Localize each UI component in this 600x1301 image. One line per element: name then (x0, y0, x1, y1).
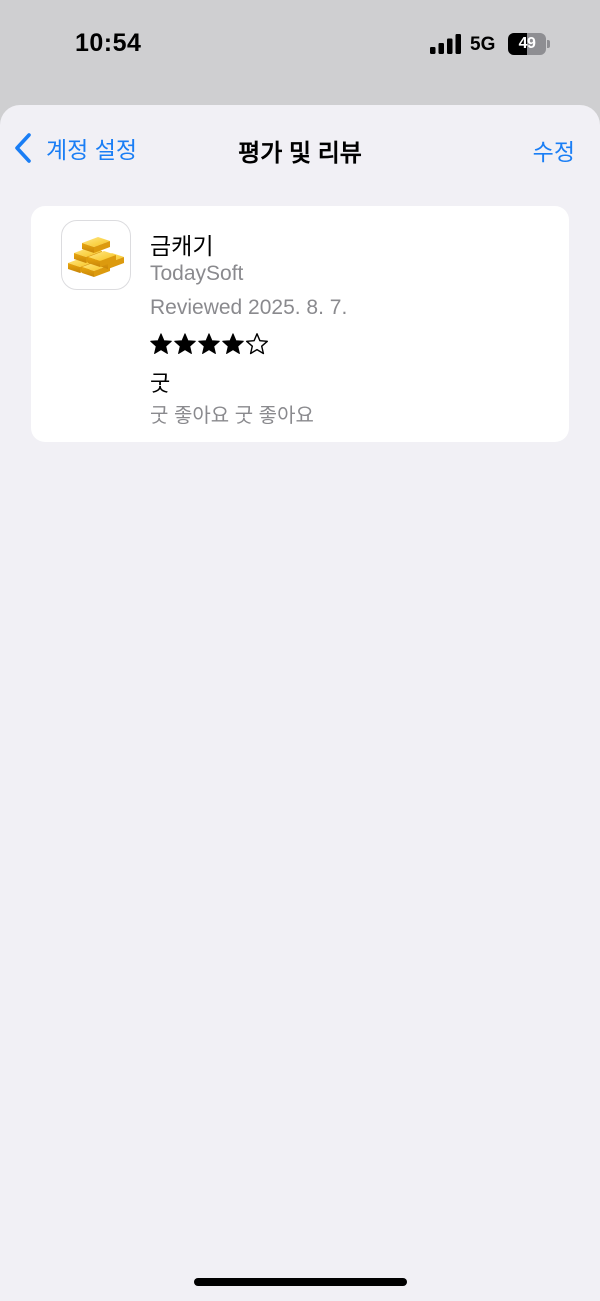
review-title: 굿 (150, 371, 171, 396)
battery-cap (547, 40, 550, 48)
ratings-reviews-sheet: 계정 설정 평가 및 리뷰 수정 금캐기 TodaySoft Reviewed … (0, 105, 600, 1301)
gold-bars-icon (61, 220, 131, 290)
developer-name: TodaySoft (150, 262, 244, 285)
status-bar: 10:54 5G 49 (0, 0, 600, 100)
star-filled-icon (222, 333, 244, 354)
star-filled-icon (174, 333, 196, 354)
review-card[interactable]: 금캐기 TodaySoft Reviewed 2025. 8. 7. 굿 굿 좋… (31, 206, 569, 442)
battery-level: 49 (518, 35, 536, 52)
nav-bar: 계정 설정 평가 및 리뷰 수정 (0, 105, 600, 193)
home-indicator[interactable] (194, 1278, 407, 1286)
edit-button[interactable]: 수정 (533, 133, 575, 167)
app-name: 금캐기 (150, 233, 214, 259)
battery-icon: 49 (508, 33, 550, 55)
cellular-signal-icon (430, 34, 461, 54)
reviewed-date: Reviewed 2025. 8. 7. (150, 296, 348, 319)
star-filled-icon (150, 333, 172, 354)
star-filled-icon (198, 333, 220, 354)
status-time: 10:54 (75, 29, 142, 57)
page-title: 평가 및 리뷰 (238, 140, 362, 167)
star-rating (149, 332, 269, 356)
review-body: 굿 좋아요 굿 좋아요 (150, 405, 314, 427)
star-empty-icon (246, 333, 268, 355)
network-label: 5G (470, 34, 496, 55)
battery-body: 49 (508, 33, 546, 55)
gold-bars-graphic (68, 237, 124, 277)
